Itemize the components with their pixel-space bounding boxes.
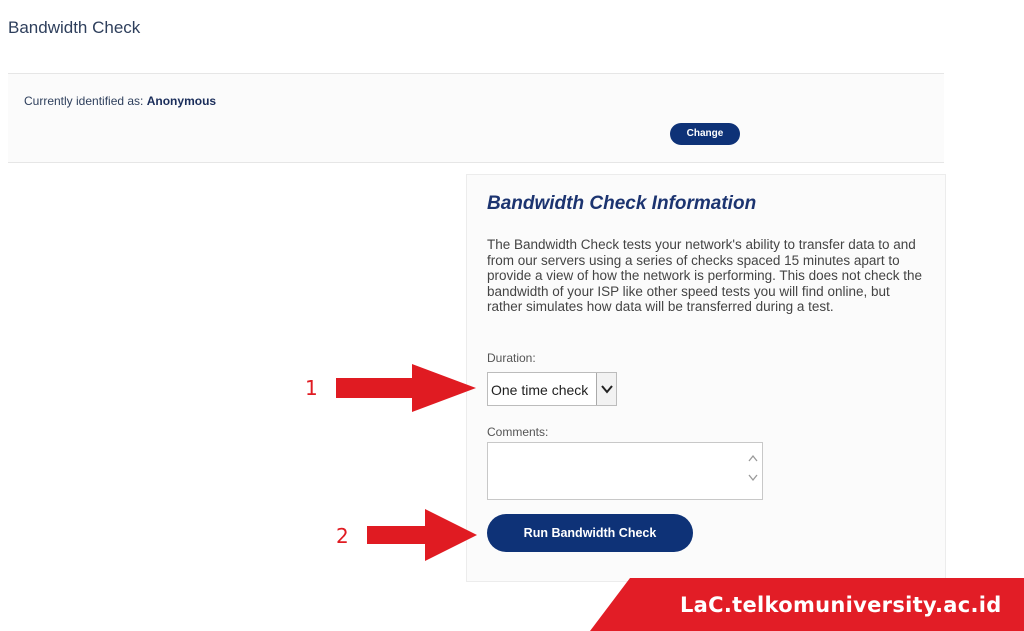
bandwidth-info-panel: Bandwidth Check Information The Bandwidt… — [466, 174, 946, 582]
run-bandwidth-check-button[interactable]: Run Bandwidth Check — [487, 514, 693, 552]
duration-select-value: One time check — [491, 382, 589, 398]
chevron-down-icon[interactable] — [596, 373, 616, 405]
red-arrow-icon — [336, 364, 476, 412]
change-button[interactable]: Change — [670, 123, 740, 145]
comments-textarea[interactable] — [487, 442, 763, 500]
duration-select[interactable]: One time check — [487, 372, 617, 406]
identity-panel: Currently identified as: Anonymous Chang… — [8, 73, 944, 163]
identity-name: Anonymous — [146, 94, 217, 108]
info-title: Bandwidth Check Information — [487, 193, 757, 214]
red-arrow-icon — [367, 509, 477, 561]
step-number-2: 2 — [336, 524, 349, 548]
duration-label: Duration: — [487, 351, 536, 365]
identity-text: Currently identified as: Anonymous — [24, 94, 216, 108]
identity-label: Currently identified as: — [24, 94, 144, 108]
watermark-banner: LaC.telkomuniversity.ac.id — [590, 578, 1024, 631]
info-description: The Bandwidth Check tests your network's… — [487, 237, 922, 315]
step-number-1: 1 — [305, 376, 318, 400]
page-title: Bandwidth Check — [8, 18, 141, 37]
watermark-text: LaC.telkomuniversity.ac.id — [680, 593, 1002, 617]
comments-label: Comments: — [487, 425, 549, 439]
